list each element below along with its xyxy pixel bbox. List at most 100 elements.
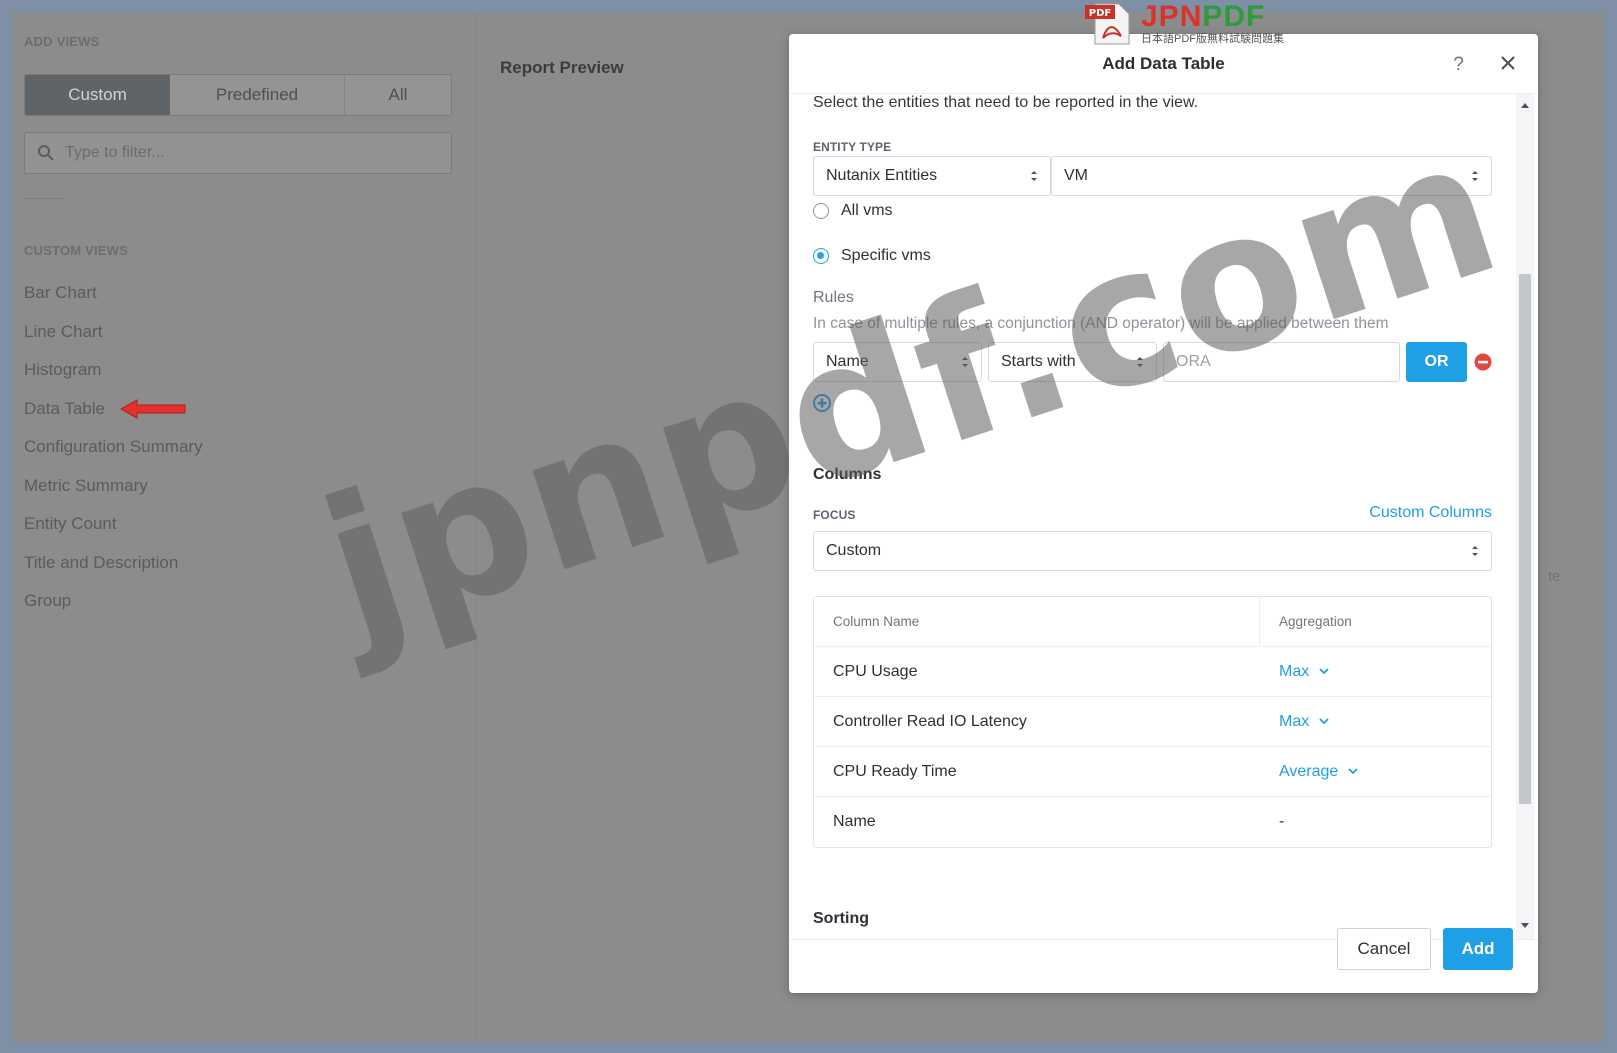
red-arrow-icon — [119, 398, 186, 419]
help-icon[interactable]: ? — [1453, 54, 1464, 76]
or-button[interactable]: OR — [1406, 342, 1467, 382]
view-item-histogram[interactable]: Histogram — [24, 351, 203, 390]
column-name-cell: Name — [833, 813, 876, 830]
radio-button[interactable] — [813, 203, 829, 219]
add-button[interactable]: Add — [1443, 928, 1513, 970]
search-icon — [38, 145, 54, 161]
aggregation-cell: Max — [1260, 647, 1491, 696]
custom-columns-link[interactable]: Custom Columns — [1369, 504, 1492, 522]
chevron-down-icon — [1348, 768, 1358, 775]
aggregation-dropdown[interactable]: Max — [1279, 713, 1329, 731]
aggregation-cell: Max — [1260, 697, 1491, 746]
scroll-down-icon[interactable] — [1520, 922, 1530, 929]
columns-title: Columns — [813, 466, 882, 483]
rules-title: Rules — [813, 289, 854, 306]
aggregation-cell: - — [1279, 813, 1285, 830]
chevron-down-icon — [1319, 718, 1329, 725]
background-text-fragment: te — [1548, 568, 1561, 585]
add-views-title: ADD VIEWS — [24, 34, 100, 49]
aggregation-dropdown[interactable]: Average — [1279, 763, 1358, 781]
column-name-cell: CPU Usage — [833, 662, 918, 680]
modal-footer: Cancel Add — [789, 928, 1538, 993]
filter-input[interactable]: Type to filter... — [24, 132, 452, 174]
modal-body[interactable]: Select the entities that need to be repo… — [789, 94, 1538, 939]
modal-scrollbar[interactable] — [1516, 94, 1534, 939]
add-data-table-modal: Add Data Table ? Select the entities tha… — [789, 34, 1538, 993]
updown-caret-icon — [1137, 357, 1143, 367]
radio-all-vms[interactable]: All vms — [813, 202, 893, 220]
focus-select[interactable]: Custom — [813, 531, 1492, 571]
rule-field-value: Name — [826, 353, 869, 370]
add-rule-icon[interactable] — [813, 394, 831, 412]
table-header-row: Column Name Aggregation — [814, 597, 1491, 647]
view-item-configuration-summary[interactable]: Configuration Summary — [24, 428, 203, 467]
table-row: CPU Ready Time Average — [814, 747, 1491, 797]
view-item-line-chart[interactable]: Line Chart — [24, 313, 203, 352]
add-views-panel: ADD VIEWS Custom Predefined All Type to … — [12, 12, 477, 1042]
aggregation-value: Max — [1279, 662, 1310, 680]
rule-value-input[interactable]: ORA — [1163, 342, 1400, 382]
tab-predefined[interactable]: Predefined — [170, 75, 345, 115]
intro-text: Select the entities that need to be repo… — [813, 94, 1199, 111]
view-item-title-and-description[interactable]: Title and Description — [24, 544, 203, 583]
rules-description: In case of multiple rules, a conjunction… — [813, 315, 1389, 332]
entity-type-select[interactable]: VM — [1051, 156, 1492, 196]
view-item-metric-summary[interactable]: Metric Summary — [24, 467, 203, 506]
pdf-badge-text: PDF — [1089, 8, 1111, 19]
report-preview-title: Report Preview — [500, 58, 624, 77]
aggregation-value: Average — [1279, 762, 1339, 780]
entity-category-select[interactable]: Nutanix Entities — [813, 156, 1051, 196]
logo-subtitle: 日本語PDF版無料試験問題集 — [1141, 33, 1284, 45]
cancel-button[interactable]: Cancel — [1337, 928, 1431, 970]
rule-operator-select[interactable]: Starts with — [988, 342, 1157, 382]
focus-value: Custom — [826, 542, 882, 559]
view-item-data-table[interactable]: Data Table — [24, 390, 203, 429]
logo-brand-main: JPNPDF — [1141, 2, 1284, 32]
table-row: Name - — [814, 797, 1491, 847]
columns-table: Column Name Aggregation CPU Usage Max Co… — [813, 596, 1492, 848]
radio-specific-vms-label: Specific vms — [841, 247, 931, 264]
view-item-entity-count[interactable]: Entity Count — [24, 505, 203, 544]
updown-caret-icon — [1031, 171, 1037, 181]
tab-all[interactable]: All — [345, 75, 451, 115]
aggregation-header: Aggregation — [1279, 614, 1352, 629]
logo-brand-pdf: PDF — [1202, 0, 1266, 33]
close-icon[interactable] — [1500, 55, 1516, 71]
updown-caret-icon — [962, 357, 968, 367]
custom-views-list: Bar Chart Line Chart Histogram Data Tabl… — [24, 274, 203, 621]
sorting-title: Sorting — [813, 910, 869, 927]
column-name-header: Column Name — [814, 597, 1260, 646]
modal-title: Add Data Table — [1102, 53, 1225, 73]
entity-type-label: ENTITY TYPE — [813, 140, 892, 154]
aggregation-dropdown[interactable]: Max — [1279, 663, 1329, 681]
table-row: CPU Usage Max — [814, 647, 1491, 697]
scrollbar-thumb[interactable] — [1519, 274, 1531, 804]
entity-type-value: VM — [1064, 167, 1088, 184]
custom-views-title: CUSTOM VIEWS — [24, 243, 129, 258]
radio-specific-vms[interactable]: Specific vms — [813, 247, 931, 265]
aggregation-cell: Average — [1260, 747, 1491, 796]
table-row: Controller Read IO Latency Max — [814, 697, 1491, 747]
aggregation-value: Max — [1279, 712, 1310, 730]
scroll-up-icon[interactable] — [1520, 102, 1530, 109]
remove-rule-icon[interactable] — [1474, 353, 1492, 371]
chevron-down-icon — [1319, 668, 1329, 675]
view-type-tabs: Custom Predefined All — [24, 74, 452, 116]
radio-button-selected[interactable] — [813, 248, 829, 264]
column-name-cell: Controller Read IO Latency — [833, 712, 1027, 730]
column-name-cell: CPU Ready Time — [833, 762, 957, 780]
divider — [24, 198, 64, 199]
radio-all-vms-label: All vms — [841, 202, 893, 219]
view-item-bar-chart[interactable]: Bar Chart — [24, 274, 203, 313]
updown-caret-icon — [1472, 171, 1478, 181]
view-item-group[interactable]: Group — [24, 582, 203, 621]
rule-field-select[interactable]: Name — [813, 342, 982, 382]
filter-placeholder: Type to filter... — [65, 144, 165, 161]
entity-category-value: Nutanix Entities — [826, 167, 938, 184]
jpnpdf-logo: PDF JPNPDF 日本語PDF版無料試験問題集 — [1085, 2, 1284, 46]
rule-operator-value: Starts with — [1001, 353, 1076, 370]
pdf-file-icon: PDF — [1085, 3, 1130, 45]
tab-custom[interactable]: Custom — [25, 75, 170, 115]
logo-brand: JPNPDF 日本語PDF版無料試験問題集 — [1141, 2, 1284, 46]
focus-label: FOCUS — [813, 508, 856, 522]
